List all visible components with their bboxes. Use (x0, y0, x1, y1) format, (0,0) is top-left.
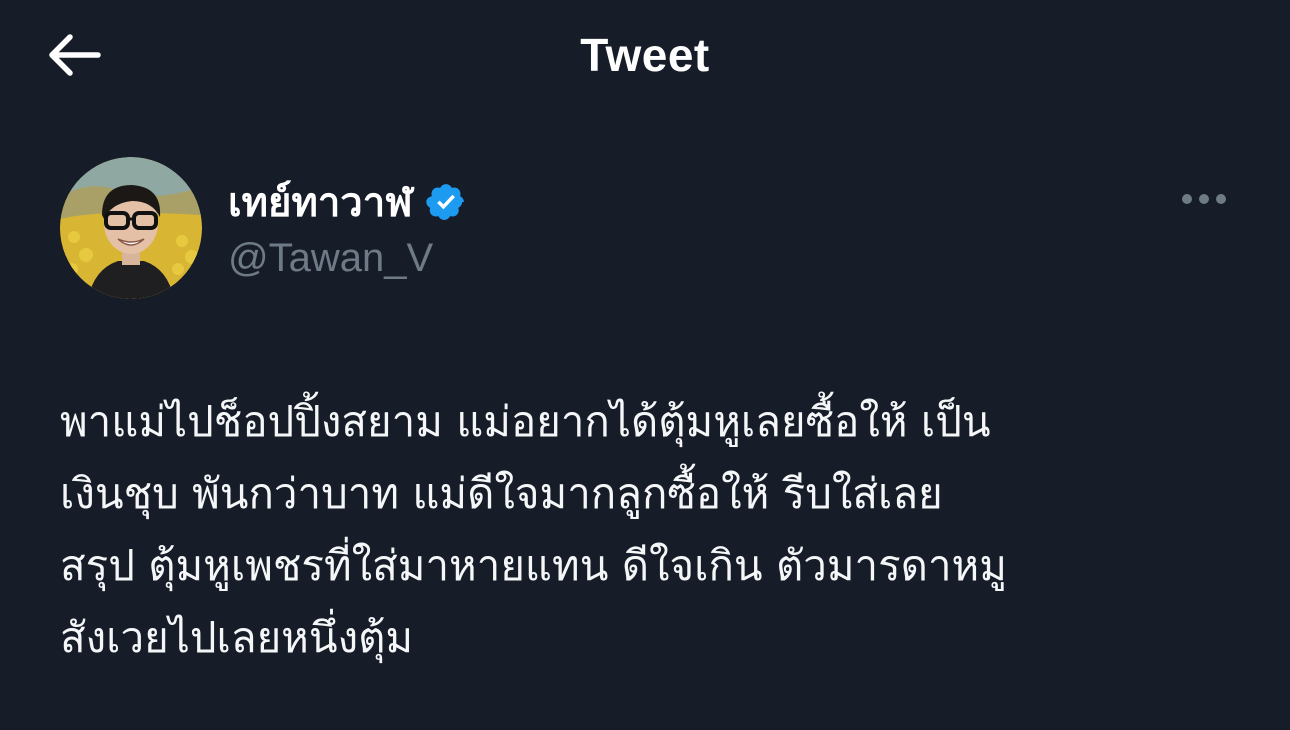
more-options-button[interactable] (1176, 184, 1232, 214)
avatar[interactable] (60, 157, 202, 299)
author-display-name[interactable]: เทย์ทาวาฬ (228, 170, 413, 234)
tweet-text-line: เงินชุบ พันกว่าบาท แม่ดีใจมากลูกซื้อให้ … (60, 469, 943, 518)
tweet-text-line: สังเวยไปเลยหนึ่งตุ้ม (60, 613, 414, 662)
author-name-row: เทย์ทาวาฬ (228, 174, 467, 230)
verified-badge-icon (425, 184, 464, 220)
tweet-text: พาแม่ไปช็อปปิ้งสยาม แม่อยากได้ตุ้มหูเลยซ… (60, 386, 1230, 674)
more-horizontal-icon (1182, 194, 1226, 204)
tweet-text-line: สรุป ตุ้มหูเพชรที่ใส่มาหายแทน ดีใจเกิน ต… (60, 541, 1007, 590)
tweet-text-line: พาแม่ไปช็อปปิ้งสยาม แม่อยากได้ตุ้มหูเลยซ… (60, 397, 991, 446)
page-title: Tweet (580, 29, 710, 81)
top-bar: Tweet (0, 0, 1290, 112)
author-handle[interactable]: @Tawan_V (228, 236, 433, 281)
